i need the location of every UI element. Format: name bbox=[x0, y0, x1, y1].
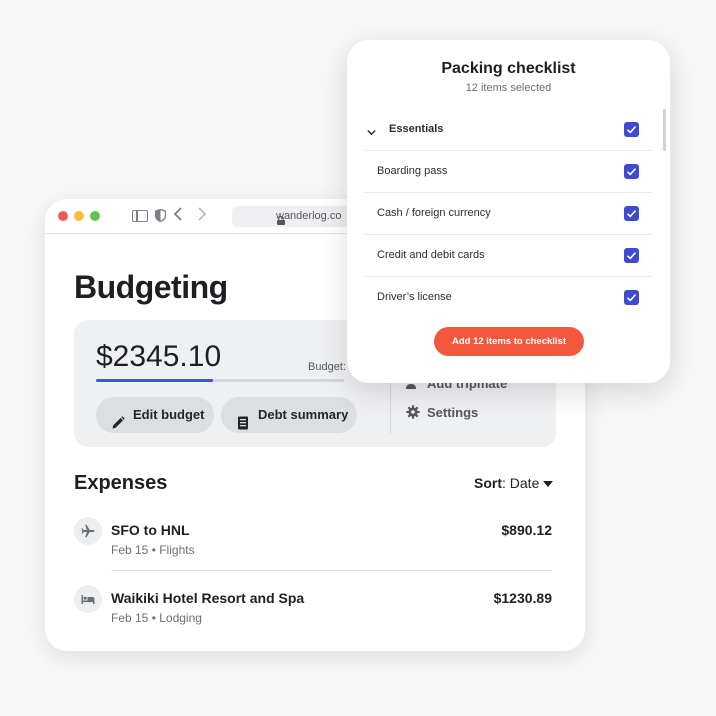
checkbox-checked[interactable] bbox=[624, 164, 639, 179]
checklist-item[interactable]: Driver’s license bbox=[365, 277, 652, 319]
expense-name: SFO to HNL bbox=[111, 522, 190, 538]
row-divider bbox=[111, 570, 552, 571]
shield-icon[interactable] bbox=[154, 208, 167, 223]
expense-row[interactable]: Waikiki Hotel Resort and Spa Feb 15 • Lo… bbox=[74, 582, 552, 642]
checklist-item[interactable]: Credit and debit cards bbox=[365, 235, 652, 277]
edit-budget-button[interactable]: Edit budget bbox=[96, 397, 214, 433]
checkbox-checked[interactable] bbox=[624, 248, 639, 263]
receipt-icon bbox=[236, 408, 250, 430]
checklist-item-label: Credit and debit cards bbox=[377, 249, 485, 261]
budget-label: Budget: bbox=[308, 361, 346, 373]
checklist-item-label: Cash / foreign currency bbox=[377, 207, 491, 219]
checkbox-checked[interactable] bbox=[624, 290, 639, 305]
bed-icon bbox=[74, 585, 102, 613]
expense-amount: $1230.89 bbox=[493, 590, 552, 606]
url-text: wanderlog.co bbox=[276, 210, 342, 222]
checkbox-checked[interactable] bbox=[624, 206, 639, 221]
expenses-heading: Expenses bbox=[74, 472, 168, 494]
expense-amount: $890.12 bbox=[501, 522, 552, 538]
sort-dropdown[interactable]: Sort: Date bbox=[474, 475, 539, 491]
budget-progress-fill bbox=[96, 379, 213, 382]
gear-icon bbox=[406, 405, 420, 419]
checklist-item[interactable]: Boarding pass bbox=[365, 151, 652, 193]
expense-meta: Feb 15 • Lodging bbox=[111, 611, 202, 625]
plane-icon bbox=[74, 517, 102, 545]
edit-budget-label: Edit budget bbox=[133, 407, 205, 422]
checklist-group-essentials[interactable]: Essentials bbox=[365, 109, 652, 151]
debt-summary-label: Debt summary bbox=[258, 407, 349, 422]
settings-label: Settings bbox=[427, 405, 479, 420]
minimize-window-button[interactable] bbox=[74, 211, 84, 221]
expense-name: Waikiki Hotel Resort and Spa bbox=[111, 590, 305, 606]
checklist-subtitle: 12 items selected bbox=[465, 82, 552, 94]
checklist-item[interactable]: Cash / foreign currency bbox=[365, 193, 652, 235]
page-title: Budgeting bbox=[74, 269, 228, 305]
sort-label: Sort bbox=[474, 475, 502, 491]
forward-arrow-icon[interactable] bbox=[197, 207, 207, 221]
lock-icon bbox=[277, 212, 285, 225]
close-window-button[interactable] bbox=[58, 211, 68, 221]
chevron-down-icon[interactable] bbox=[367, 124, 376, 136]
checkbox-checked[interactable] bbox=[624, 122, 639, 137]
packing-checklist-popup: Packing checklist 12 items selected Esse… bbox=[347, 40, 670, 383]
add-items-button[interactable]: Add 12 items to checklist bbox=[434, 327, 584, 356]
scrollbar[interactable] bbox=[663, 109, 666, 151]
maximize-window-button[interactable] bbox=[90, 211, 100, 221]
checklist-item-label: Boarding pass bbox=[377, 165, 448, 177]
sidebar-toggle-icon[interactable] bbox=[132, 210, 148, 222]
budget-progress-bar bbox=[96, 379, 344, 382]
checklist-title: Packing checklist bbox=[441, 60, 576, 77]
sort-value: : Date bbox=[502, 475, 540, 491]
total-spent: $2345.10 bbox=[96, 340, 222, 373]
expense-meta: Feb 15 • Flights bbox=[111, 543, 195, 557]
expense-row[interactable]: SFO to HNL Feb 15 • Flights $890.12 bbox=[74, 514, 552, 574]
debt-summary-button[interactable]: Debt summary bbox=[221, 397, 357, 433]
group-label: Essentials bbox=[389, 123, 444, 135]
checklist-item-label: Driver’s license bbox=[377, 291, 452, 303]
pencil-icon bbox=[111, 408, 125, 429]
back-arrow-icon[interactable] bbox=[173, 207, 183, 221]
chevron-down-icon[interactable] bbox=[543, 481, 553, 487]
settings-link[interactable]: Settings bbox=[406, 405, 478, 420]
